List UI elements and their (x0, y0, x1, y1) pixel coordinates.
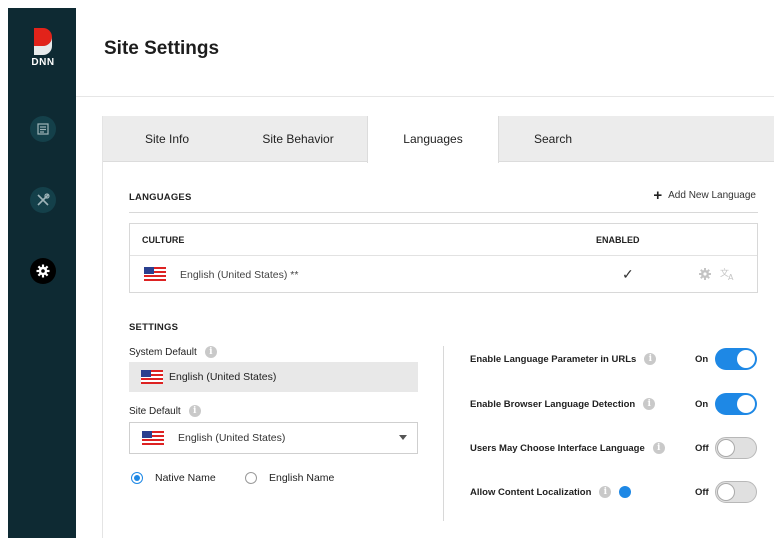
app-window: DNN Site Settings Site Info Site Behavio… (0, 0, 774, 538)
enabled-check-icon: ✓ (622, 266, 634, 282)
settings-panel: Site Info Site Behavior Languages Search… (102, 116, 774, 538)
option-state: On (695, 399, 709, 410)
dnn-logo-icon (34, 28, 52, 55)
option-state: Off (695, 443, 709, 454)
column-divider (443, 346, 444, 521)
toggle-knob (737, 395, 755, 413)
nav-content-button[interactable] (30, 116, 56, 142)
languages-divider (129, 212, 758, 213)
system-default-label: System Default i (129, 346, 217, 358)
tab-site-behavior[interactable]: Site Behavior (243, 116, 353, 162)
info-icon[interactable]: i (204, 346, 217, 358)
info-icon[interactable]: i (652, 442, 665, 454)
header-divider (76, 96, 774, 97)
radio-english-name-label: English Name (269, 472, 335, 484)
info-icon[interactable]: i (599, 486, 612, 498)
add-new-language-button[interactable]: + Add New Language (653, 186, 756, 204)
tab-languages[interactable]: Languages (367, 116, 499, 163)
toggle-content-localization[interactable] (715, 481, 757, 503)
toggle-interface-language[interactable] (715, 437, 757, 459)
table-row[interactable]: English (United States) ** ✓ 文 A (130, 257, 757, 293)
gear-icon[interactable] (698, 267, 712, 281)
add-new-language-label: Add New Language (668, 190, 756, 201)
svg-text:A: A (728, 273, 734, 281)
culture-name: English (United States) ** (180, 269, 299, 281)
radio-button[interactable] (245, 472, 257, 484)
radio-button-selected[interactable] (131, 472, 143, 484)
settings-section-title: SETTINGS (129, 322, 179, 333)
option-label-text: Enable Browser Language Detection (470, 398, 636, 410)
column-culture: CULTURE (142, 235, 185, 245)
logo-text: DNN (31, 57, 55, 68)
option-content-localization-label: Allow Content Localization i (470, 486, 632, 498)
site-default-value: English (United States) (178, 432, 286, 444)
toggle-knob (737, 350, 755, 368)
translate-icon[interactable]: 文 A (720, 267, 736, 281)
nav-tools-button[interactable] (30, 187, 56, 213)
site-default-select[interactable]: English (United States) (129, 422, 418, 454)
system-default-field: English (United States) (129, 362, 418, 392)
content-icon (37, 123, 49, 135)
table-header: CULTURE ENABLED (130, 224, 757, 256)
option-label-text: Allow Content Localization (470, 486, 592, 498)
radio-english-name[interactable]: English Name (245, 472, 334, 484)
radio-native-name[interactable]: Native Name (131, 472, 216, 484)
site-default-label: Site Default i (129, 405, 201, 417)
info-icon[interactable]: i (188, 405, 201, 417)
option-label-text: Users May Choose Interface Language (470, 442, 645, 454)
option-browser-detection-label: Enable Browser Language Detection i (470, 398, 656, 410)
nav-settings-button[interactable] (30, 258, 56, 284)
toggle-language-parameter[interactable] (715, 348, 757, 370)
option-state: On (695, 354, 709, 365)
system-default-text: System Default (129, 346, 197, 358)
option-interface-language-label: Users May Choose Interface Language i (470, 442, 665, 454)
tab-bar: Site Info Site Behavior Languages Search (103, 116, 774, 163)
option-state: Off (695, 487, 709, 498)
info-icon[interactable]: i (643, 398, 656, 410)
left-nav: DNN (8, 8, 76, 538)
page-title: Site Settings (104, 38, 220, 59)
toggle-knob (717, 483, 735, 501)
option-label-text: Enable Language Parameter in URLs (470, 353, 637, 365)
chevron-down-icon (399, 435, 407, 440)
dnn-logo[interactable]: DNN (30, 28, 56, 72)
column-enabled: ENABLED (596, 235, 640, 245)
globe-icon[interactable] (619, 486, 632, 498)
us-flag-icon (144, 267, 166, 281)
languages-section-title: LANGUAGES (129, 192, 192, 203)
option-language-parameter-label: Enable Language Parameter in URLs i (470, 353, 657, 365)
info-icon[interactable]: i (644, 353, 657, 365)
settings-icon (36, 264, 50, 278)
system-default-value: English (United States) (169, 371, 277, 383)
toggle-knob (717, 439, 735, 457)
radio-native-name-label: Native Name (155, 472, 216, 484)
tab-site-info[interactable]: Site Info (127, 116, 207, 162)
languages-table: CULTURE ENABLED English (United States) … (129, 223, 758, 293)
tab-search[interactable]: Search (513, 116, 593, 162)
site-default-text: Site Default (129, 405, 181, 417)
toggle-browser-detection[interactable] (715, 393, 757, 415)
us-flag-icon (141, 370, 163, 384)
tools-icon (37, 193, 50, 206)
us-flag-icon (142, 431, 164, 445)
plus-icon: + (653, 186, 663, 204)
